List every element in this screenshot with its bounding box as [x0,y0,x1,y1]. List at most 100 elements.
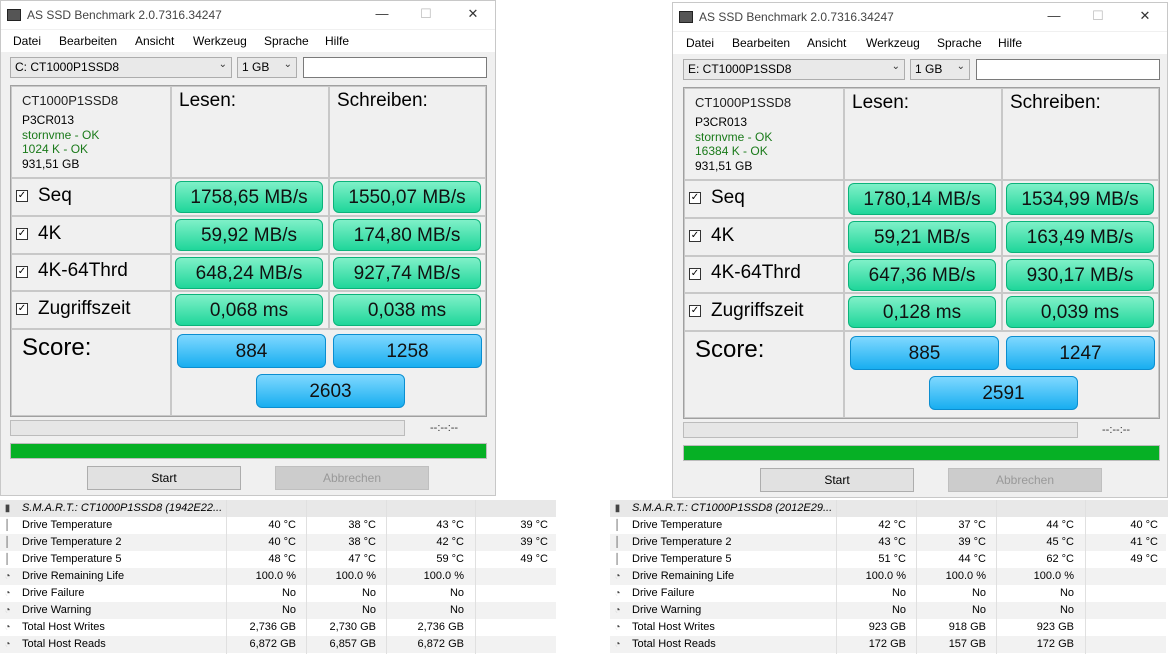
menu-bearbeiten[interactable]: Bearbeiten [59,34,117,48]
app-icon [7,9,21,21]
result-cell: 59,92 MB/s [171,216,329,254]
column-divider [226,500,227,654]
row-label-seq: Seq [38,185,72,206]
maximize-icon[interactable]: ☐ [1085,7,1111,27]
chevron-down-icon: ⌄ [283,59,292,70]
menu-datei[interactable]: Datei [13,34,41,48]
row-label-cell: ✓ 4K [11,216,171,254]
menu-sprache[interactable]: Sprache [937,36,982,50]
checkbox-access[interactable]: ✓ [689,305,701,317]
smart-value [475,585,552,602]
maximize-icon[interactable]: ☐ [413,5,439,25]
checkbox-4k64[interactable]: ✓ [16,266,28,278]
smart-value: 44 °C [1046,519,1074,531]
drive-select-value: E: CT1000P1SSD8 [688,62,792,76]
minimize-icon[interactable]: — [369,5,395,25]
row-label-4k: 4K [711,225,735,246]
size-select[interactable]: 1 GB ⌄ [237,57,297,78]
drive-icon: ▮ [4,503,11,514]
notes-input[interactable] [303,57,487,78]
total-progress-bar [683,445,1160,461]
score-write: 1247 [1006,336,1155,370]
elapsed-time: --:--:-- [430,422,459,434]
row-label-cell: ✓ Zugriffszeit [11,291,171,329]
smart-value: No [449,587,464,599]
smart-value: 43 °C [878,536,906,548]
cancel-button[interactable]: Abbrechen [948,468,1102,492]
result-4k64-read: 648,24 MB/s [175,257,323,289]
smart-value: 100.0 % [255,570,296,582]
smart-value: 100.0 % [865,570,906,582]
result-4k-write: 174,80 MB/s [333,219,481,251]
smart-value: 42 °C [436,536,464,548]
smart-row: │ Drive Temperature 2 43 °C 39 °C 45 °C 41 °C [610,534,1166,551]
cancel-button[interactable]: Abbrechen [275,466,429,490]
checkbox-4k[interactable]: ✓ [689,230,701,242]
device-info-cell: CT1000P1SSD8 P3CR013 stornvme - OK 1024 … [11,86,171,178]
write-header: Schreiben: [337,90,428,111]
score-label-cell: Score: [11,329,171,416]
menu-werkzeug[interactable]: Werkzeug [866,36,920,50]
gauge-icon: ◔ [614,622,621,633]
checkbox-access[interactable]: ✓ [16,303,28,315]
result-cell: 0,039 ms [1002,293,1159,331]
smart-value: 48 °C [268,553,296,565]
score-total: 2591 [929,376,1078,410]
smart-attribute-name: Drive Remaining Life [632,570,735,582]
smart-attribute-name: Drive Failure [632,587,695,599]
minimize-icon[interactable]: — [1041,7,1067,27]
elapsed-time: --:--:-- [1102,424,1131,436]
close-icon[interactable]: ✕ [460,5,486,25]
column-divider [916,500,917,654]
title-bar: AS SSD Benchmark 2.0.7316.34247 — ☐ ✕ [673,3,1167,31]
smart-title: S.M.A.R.T.: CT1000P1SSD8 (1942E22... [22,502,222,514]
menu-werkzeug[interactable]: Werkzeug [193,34,247,48]
result-access-read: 0,068 ms [175,294,323,326]
close-icon[interactable]: ✕ [1132,7,1158,27]
smart-value: 44 °C [958,553,986,565]
menu-ansicht[interactable]: Ansicht [807,36,846,50]
drive-icon: ▮ [614,503,621,514]
alignment-status: 1024 K - OK [22,142,89,156]
column-divider [475,500,476,654]
checkbox-4k64[interactable]: ✓ [689,268,701,280]
smart-value: 51 °C [878,553,906,565]
smart-value [475,619,552,636]
menu-datei[interactable]: Datei [686,36,714,50]
smart-value: 39 °C [958,536,986,548]
drive-select[interactable]: E: CT1000P1SSD8 ⌄ [683,59,905,80]
column-divider [306,500,307,654]
smart-value: 41 °C [1130,536,1158,548]
menu-sprache[interactable]: Sprache [264,34,309,48]
column-divider [1085,500,1086,654]
checkbox-seq[interactable]: ✓ [689,192,701,204]
app-icon [679,11,693,23]
drive-select[interactable]: C: CT1000P1SSD8 ⌄ [10,57,232,78]
start-button[interactable]: Start [760,468,914,492]
notes-input[interactable] [976,59,1160,80]
size-select[interactable]: 1 GB ⌄ [910,59,970,80]
smart-attribute-name: Drive Temperature 2 [22,536,122,548]
menu-hilfe[interactable]: Hilfe [325,34,349,48]
result-cell: 647,36 MB/s [844,256,1002,293]
start-button[interactable]: Start [87,466,241,490]
smart-table-right: ▮ S.M.A.R.T.: CT1000P1SSD8 (2012E29... │… [610,500,1168,654]
checkbox-seq[interactable]: ✓ [16,190,28,202]
score-read: 884 [177,334,326,368]
column-divider [996,500,997,654]
smart-attribute-name: Total Host Writes [632,621,715,633]
row-label-cell: ✓ Seq [684,180,844,218]
window-title: AS SSD Benchmark 2.0.7316.34247 [27,8,222,22]
chevron-down-icon: ⌄ [891,61,900,72]
smart-row: ◔ Drive Warning No No No [610,602,1166,619]
column-divider [386,500,387,654]
gauge-icon: ◔ [614,639,621,650]
checkbox-4k[interactable]: ✓ [16,228,28,240]
menu-ansicht[interactable]: Ansicht [135,34,174,48]
smart-row: │ Drive Temperature 5 48 °C 47 °C 59 °C 49 °C [0,551,556,568]
smart-attribute-name: Drive Temperature 2 [632,536,732,548]
smart-value: No [891,604,906,616]
menu-hilfe[interactable]: Hilfe [998,36,1022,50]
smart-value: 6,857 GB [329,638,376,650]
menu-bearbeiten[interactable]: Bearbeiten [732,36,790,50]
